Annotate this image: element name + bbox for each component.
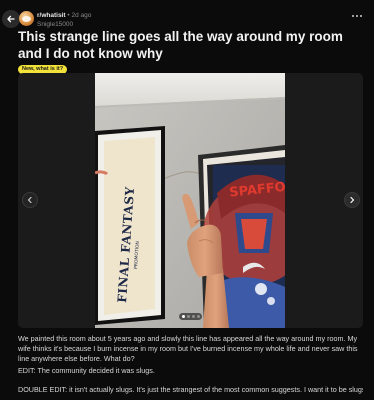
arrow-left-icon (7, 15, 15, 23)
subreddit-avatar[interactable] (19, 11, 34, 26)
chevron-left-icon (27, 196, 32, 204)
pagination-dot[interactable] (181, 315, 185, 318)
pagination-dot[interactable] (196, 315, 200, 318)
post-age: 2d ago (71, 12, 92, 19)
post-body-double-edit: DOUBLE EDIT: it isn't actually slugs. It… (18, 385, 363, 394)
more-options-button[interactable] (350, 11, 364, 21)
meta-separator: • (67, 12, 70, 19)
chevron-right-icon (350, 196, 355, 204)
post-title: This strange line goes all the way aroun… (18, 29, 343, 61)
previous-image-button[interactable] (22, 192, 38, 208)
back-button[interactable] (2, 10, 20, 28)
post-body-edit: EDIT: The community decided it was slugs… (18, 366, 155, 375)
media-gallery[interactable]: FINAL FANTASY PROMOTION SPAFFO (18, 73, 363, 328)
wall-photo: FINAL FANTASY PROMOTION SPAFFO (95, 73, 285, 328)
post-page: r/whatisit • 2d ago Snigle15000 This str… (0, 0, 374, 400)
subreddit-meta: r/whatisit • 2d ago (37, 12, 91, 20)
pagination-dot[interactable] (186, 315, 190, 318)
post-body-paragraph: We painted this room about 5 years ago a… (18, 334, 358, 363)
post-image[interactable]: FINAL FANTASY PROMOTION SPAFFO (95, 73, 285, 328)
more-horizontal-icon (352, 15, 362, 17)
next-image-button[interactable] (344, 192, 360, 208)
pagination-dot[interactable] (191, 315, 195, 318)
subreddit-name[interactable]: r/whatisit (37, 12, 66, 19)
gallery-pagination (179, 313, 202, 320)
